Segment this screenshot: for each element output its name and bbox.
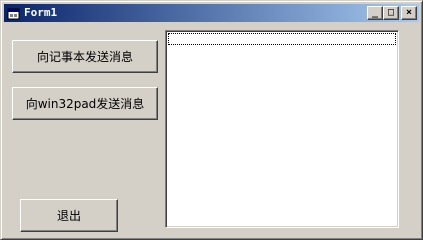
send-notepad-label: 向记事本发送消息 xyxy=(36,50,133,64)
exit-button[interactable]: 退出 xyxy=(20,199,118,232)
title-bar[interactable]: Form1 _ □ × xyxy=(4,4,419,22)
close-button[interactable]: × xyxy=(401,6,417,20)
send-win32pad-button[interactable]: 向win32pad发送消息 xyxy=(12,87,158,120)
form1-window: Form1 _ □ × 向记事本发送消息 向win32pad发送消息 退出 xyxy=(0,0,423,240)
maximize-button[interactable]: □ xyxy=(383,6,399,20)
listbox-focus-row[interactable] xyxy=(168,33,396,45)
send-win32pad-label: 向win32pad发送消息 xyxy=(25,97,145,111)
send-notepad-button[interactable]: 向记事本发送消息 xyxy=(12,40,158,73)
close-icon: × xyxy=(405,7,413,18)
window-title: Form1 xyxy=(24,6,58,19)
maximize-icon: □ xyxy=(387,7,395,18)
exit-label: 退出 xyxy=(56,209,81,223)
minimize-button[interactable]: _ xyxy=(367,6,383,20)
minimize-icon: _ xyxy=(371,7,379,18)
app-icon xyxy=(7,6,21,20)
message-listbox[interactable] xyxy=(165,30,399,228)
